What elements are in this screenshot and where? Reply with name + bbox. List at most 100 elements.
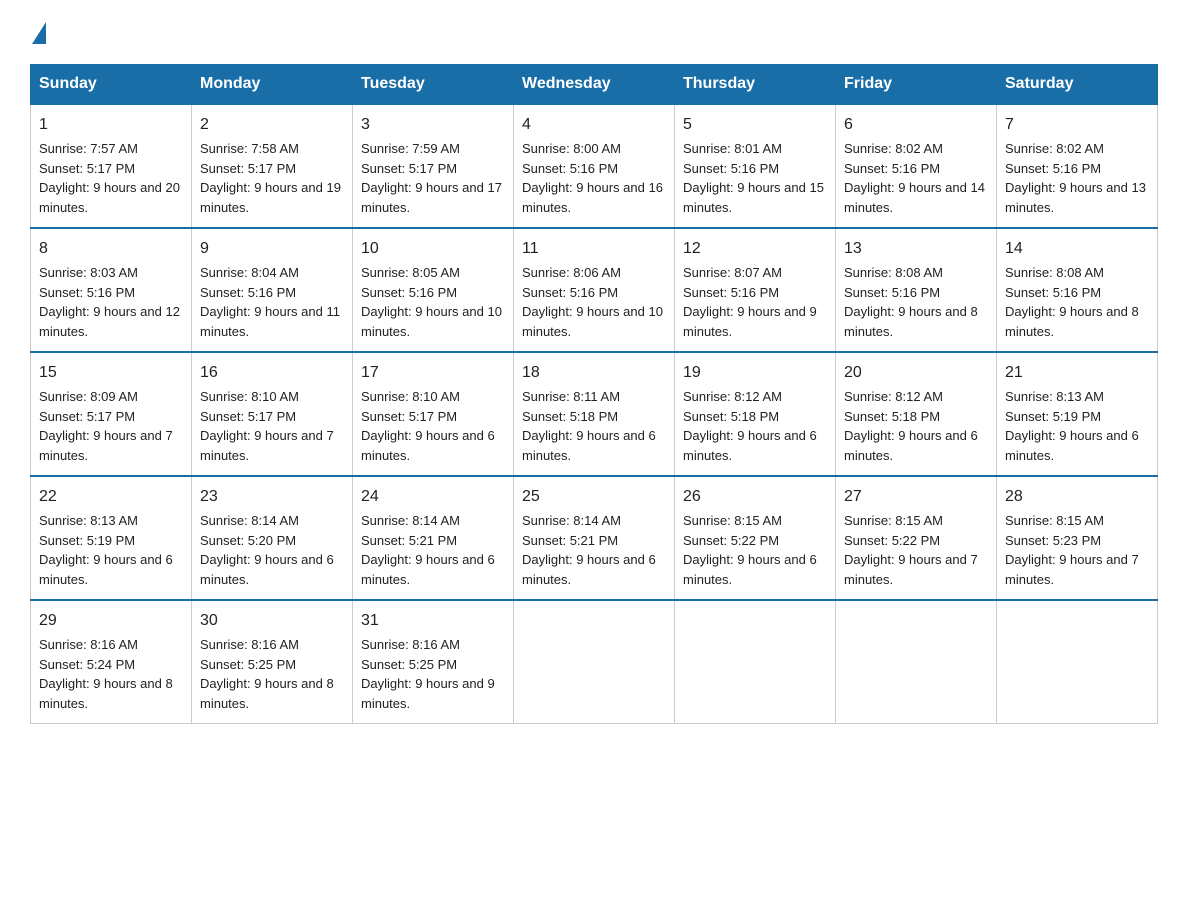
sunrise-text: Sunrise: 8:01 AM — [683, 141, 782, 156]
calendar-cell: 28Sunrise: 8:15 AMSunset: 5:23 PMDayligh… — [997, 476, 1158, 600]
sunrise-text: Sunrise: 8:10 AM — [200, 389, 299, 404]
sunset-text: Sunset: 5:21 PM — [361, 533, 457, 548]
calendar-cell: 21Sunrise: 8:13 AMSunset: 5:19 PMDayligh… — [997, 352, 1158, 476]
daylight-text: Daylight: 9 hours and 6 minutes. — [522, 428, 656, 463]
day-number: 28 — [1005, 485, 1149, 509]
sunrise-text: Sunrise: 8:15 AM — [683, 513, 782, 528]
daylight-text: Daylight: 9 hours and 6 minutes. — [361, 552, 495, 587]
sunrise-text: Sunrise: 8:16 AM — [200, 637, 299, 652]
column-header-monday: Monday — [192, 65, 353, 105]
day-number: 27 — [844, 485, 988, 509]
sunset-text: Sunset: 5:16 PM — [844, 161, 940, 176]
sunset-text: Sunset: 5:16 PM — [683, 285, 779, 300]
daylight-text: Daylight: 9 hours and 8 minutes. — [200, 676, 334, 711]
day-number: 25 — [522, 485, 666, 509]
calendar-cell: 3 Sunrise: 7:59 AM Sunset: 5:17 PM Daylight… — [353, 104, 514, 228]
sunset-text: Sunset: 5:17 PM — [361, 409, 457, 424]
day-number: 11 — [522, 237, 666, 261]
day-number: 22 — [39, 485, 183, 509]
sunrise-text: Sunrise: 8:14 AM — [361, 513, 460, 528]
sunrise-text: Sunrise: 8:07 AM — [683, 265, 782, 280]
day-number: 19 — [683, 361, 827, 385]
daylight-text: Daylight: 9 hours and 14 minutes. — [844, 180, 985, 215]
day-number: 2 — [200, 113, 344, 137]
calendar-week-4: 22Sunrise: 8:13 AMSunset: 5:19 PMDayligh… — [31, 476, 1158, 600]
day-number: 30 — [200, 609, 344, 633]
day-number: 3 — [361, 113, 505, 137]
day-number: 14 — [1005, 237, 1149, 261]
day-number: 31 — [361, 609, 505, 633]
day-number: 5 — [683, 113, 827, 137]
calendar-cell — [675, 600, 836, 724]
daylight-text: Daylight: 9 hours and 11 minutes. — [200, 304, 340, 339]
calendar-cell: 20 Sunrise: 8:12 AM Sunset: 5:18 PM Dayligh… — [836, 352, 997, 476]
daylight-text: Daylight: 9 hours and 7 minutes. — [200, 428, 334, 463]
daylight-text: Daylight: 9 hours and 7 minutes. — [39, 428, 173, 463]
sunrise-text: Sunrise: 7:57 AM — [39, 141, 138, 156]
calendar-table: SundayMondayTuesdayWednesdayThursdayFrid… — [30, 64, 1158, 724]
sunrise-text: Sunrise: 8:12 AM — [844, 389, 943, 404]
calendar-cell: 30 Sunrise: 8:16 AM Sunset: 5:25 PM Dayligh… — [192, 600, 353, 724]
page-header — [30, 20, 1158, 44]
daylight-text: Daylight: 9 hours and 6 minutes. — [522, 552, 656, 587]
calendar-cell: 22Sunrise: 8:13 AMSunset: 5:19 PMDayligh… — [31, 476, 192, 600]
calendar-cell: 4Sunrise: 8:00 AMSunset: 5:16 PMDaylight… — [514, 104, 675, 228]
sunset-text: Sunset: 5:16 PM — [1005, 161, 1101, 176]
logo — [30, 20, 46, 44]
calendar-cell: 17Sunrise: 8:10 AMSunset: 5:17 PMDayligh… — [353, 352, 514, 476]
sunset-text: Sunset: 5:17 PM — [361, 161, 457, 176]
day-number: 21 — [1005, 361, 1149, 385]
daylight-text: Daylight: 9 hours and 17 minutes. — [361, 180, 502, 215]
calendar-cell: 24Sunrise: 8:14 AMSunset: 5:21 PMDayligh… — [353, 476, 514, 600]
day-number: 7 — [1005, 113, 1149, 137]
sunrise-text: Sunrise: 8:04 AM — [200, 265, 299, 280]
sunrise-text: Sunrise: 8:12 AM — [683, 389, 782, 404]
sunrise-text: Sunrise: 8:00 AM — [522, 141, 621, 156]
sunrise-text: Sunrise: 8:02 AM — [844, 141, 943, 156]
daylight-text: Daylight: 9 hours and 6 minutes. — [683, 428, 817, 463]
sunrise-text: Sunrise: 8:08 AM — [1005, 265, 1104, 280]
day-number: 16 — [200, 361, 344, 385]
calendar-cell: 27Sunrise: 8:15 AMSunset: 5:22 PMDayligh… — [836, 476, 997, 600]
sunset-text: Sunset: 5:16 PM — [200, 285, 296, 300]
sunrise-text: Sunrise: 8:13 AM — [39, 513, 138, 528]
daylight-text: Daylight: 9 hours and 6 minutes. — [844, 428, 978, 463]
sunrise-text: Sunrise: 8:13 AM — [1005, 389, 1104, 404]
sunset-text: Sunset: 5:16 PM — [522, 285, 618, 300]
daylight-text: Daylight: 9 hours and 12 minutes. — [39, 304, 180, 339]
sunrise-text: Sunrise: 8:15 AM — [844, 513, 943, 528]
daylight-text: Daylight: 9 hours and 8 minutes. — [844, 304, 978, 339]
sunrise-text: Sunrise: 8:03 AM — [39, 265, 138, 280]
daylight-text: Daylight: 9 hours and 10 minutes. — [522, 304, 663, 339]
day-number: 20 — [844, 361, 988, 385]
sunrise-text: Sunrise: 8:06 AM — [522, 265, 621, 280]
daylight-text: Daylight: 9 hours and 6 minutes. — [1005, 428, 1139, 463]
calendar-cell: 12Sunrise: 8:07 AMSunset: 5:16 PMDayligh… — [675, 228, 836, 352]
calendar-cell: 23Sunrise: 8:14 AMSunset: 5:20 PMDayligh… — [192, 476, 353, 600]
calendar-week-1: 1Sunrise: 7:57 AMSunset: 5:17 PMDaylight… — [31, 104, 1158, 228]
logo-triangle-icon — [32, 22, 46, 44]
sunset-text: Sunset: 5:18 PM — [844, 409, 940, 424]
day-number: 17 — [361, 361, 505, 385]
sunset-text: Sunset: 5:16 PM — [1005, 285, 1101, 300]
sunrise-text: Sunrise: 8:09 AM — [39, 389, 138, 404]
sunset-text: Sunset: 5:16 PM — [844, 285, 940, 300]
daylight-text: Daylight: 9 hours and 6 minutes. — [200, 552, 334, 587]
daylight-text: Daylight: 9 hours and 6 minutes. — [361, 428, 495, 463]
sunset-text: Sunset: 5:20 PM — [200, 533, 296, 548]
sunrise-text: Sunrise: 8:15 AM — [1005, 513, 1104, 528]
sunrise-text: Sunrise: 7:59 AM — [361, 141, 460, 156]
calendar-cell: 14Sunrise: 8:08 AMSunset: 5:16 PMDayligh… — [997, 228, 1158, 352]
sunrise-text: Sunrise: 8:14 AM — [522, 513, 621, 528]
sunset-text: Sunset: 5:16 PM — [683, 161, 779, 176]
column-header-tuesday: Tuesday — [353, 65, 514, 105]
calendar-cell — [836, 600, 997, 724]
sunset-text: Sunset: 5:17 PM — [39, 409, 135, 424]
daylight-text: Daylight: 9 hours and 13 minutes. — [1005, 180, 1146, 215]
sunset-text: Sunset: 5:25 PM — [200, 657, 296, 672]
daylight-text: Daylight: 9 hours and 7 minutes. — [844, 552, 978, 587]
day-number: 8 — [39, 237, 183, 261]
daylight-text: Daylight: 9 hours and 7 minutes. — [1005, 552, 1139, 587]
day-number: 29 — [39, 609, 183, 633]
column-header-saturday: Saturday — [997, 65, 1158, 105]
